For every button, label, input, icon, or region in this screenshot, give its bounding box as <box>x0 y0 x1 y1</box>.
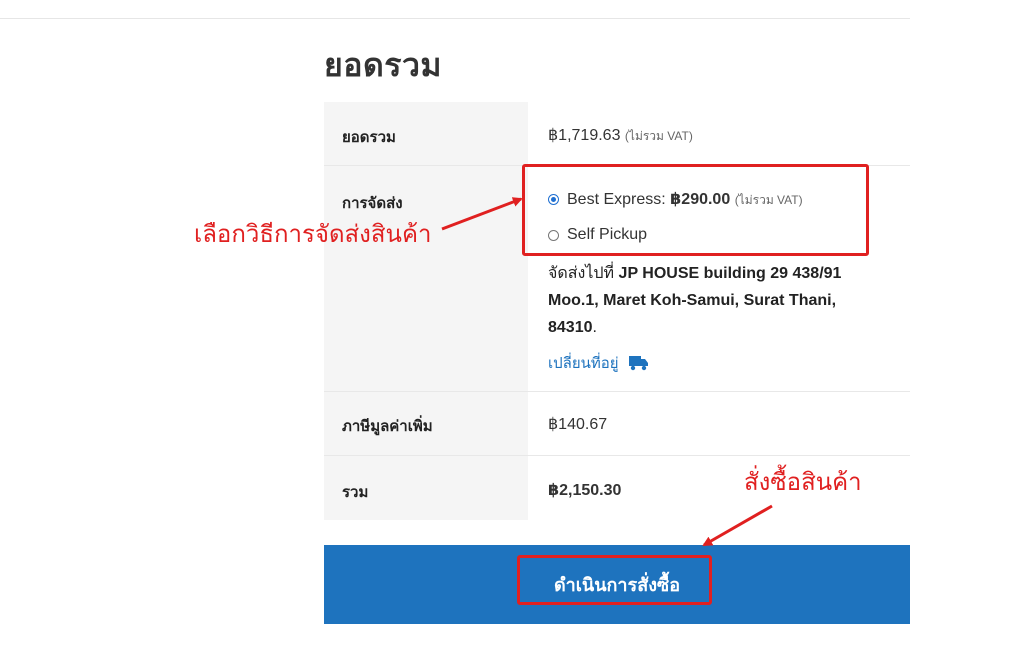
tax-label: ภาษีมูลค่าเพิ่ม <box>324 392 528 455</box>
subtotal-amount: ฿1,719.63 <box>548 127 621 144</box>
shipping-destination-prefix: จัดส่งไปที่ <box>548 265 615 282</box>
cart-totals-heading: ยอดรวม <box>324 46 442 84</box>
shipping-destination: จัดส่งไปที่ JP HOUSE building 29 438/91 … <box>548 260 888 341</box>
order-total-label: รวม <box>324 456 528 520</box>
subtotal-value: ฿1,719.63 (ไม่รวม VAT) <box>528 102 910 165</box>
checkout-button-highlight <box>517 555 712 605</box>
subtotal-label: ยอดรวม <box>324 102 528 165</box>
change-address-label[interactable]: เปลี่ยนที่อยู่ <box>548 351 619 375</box>
subtotal-vat-note: (ไม่รวม VAT) <box>624 129 693 143</box>
choose-shipping-annotation: เลือกวิธีการจัดส่งสินค้า <box>194 220 432 248</box>
place-order-annotation: สั่งซื้อสินค้า <box>744 468 862 496</box>
shipping-label: การจัดส่ง <box>324 166 528 391</box>
shipping-options-highlight <box>522 164 869 256</box>
tax-row: ภาษีมูลค่าเพิ่ม ฿140.67 <box>324 392 910 456</box>
subtotal-row: ยอดรวม ฿1,719.63 (ไม่รวม VAT) <box>324 102 910 166</box>
tax-value: ฿140.67 <box>548 416 608 433</box>
shipping-destination-suffix: . <box>592 319 597 336</box>
truck-icon[interactable] <box>628 355 649 371</box>
top-divider <box>0 18 910 19</box>
change-address-link[interactable]: เปลี่ยนที่อยู่ <box>548 351 910 375</box>
